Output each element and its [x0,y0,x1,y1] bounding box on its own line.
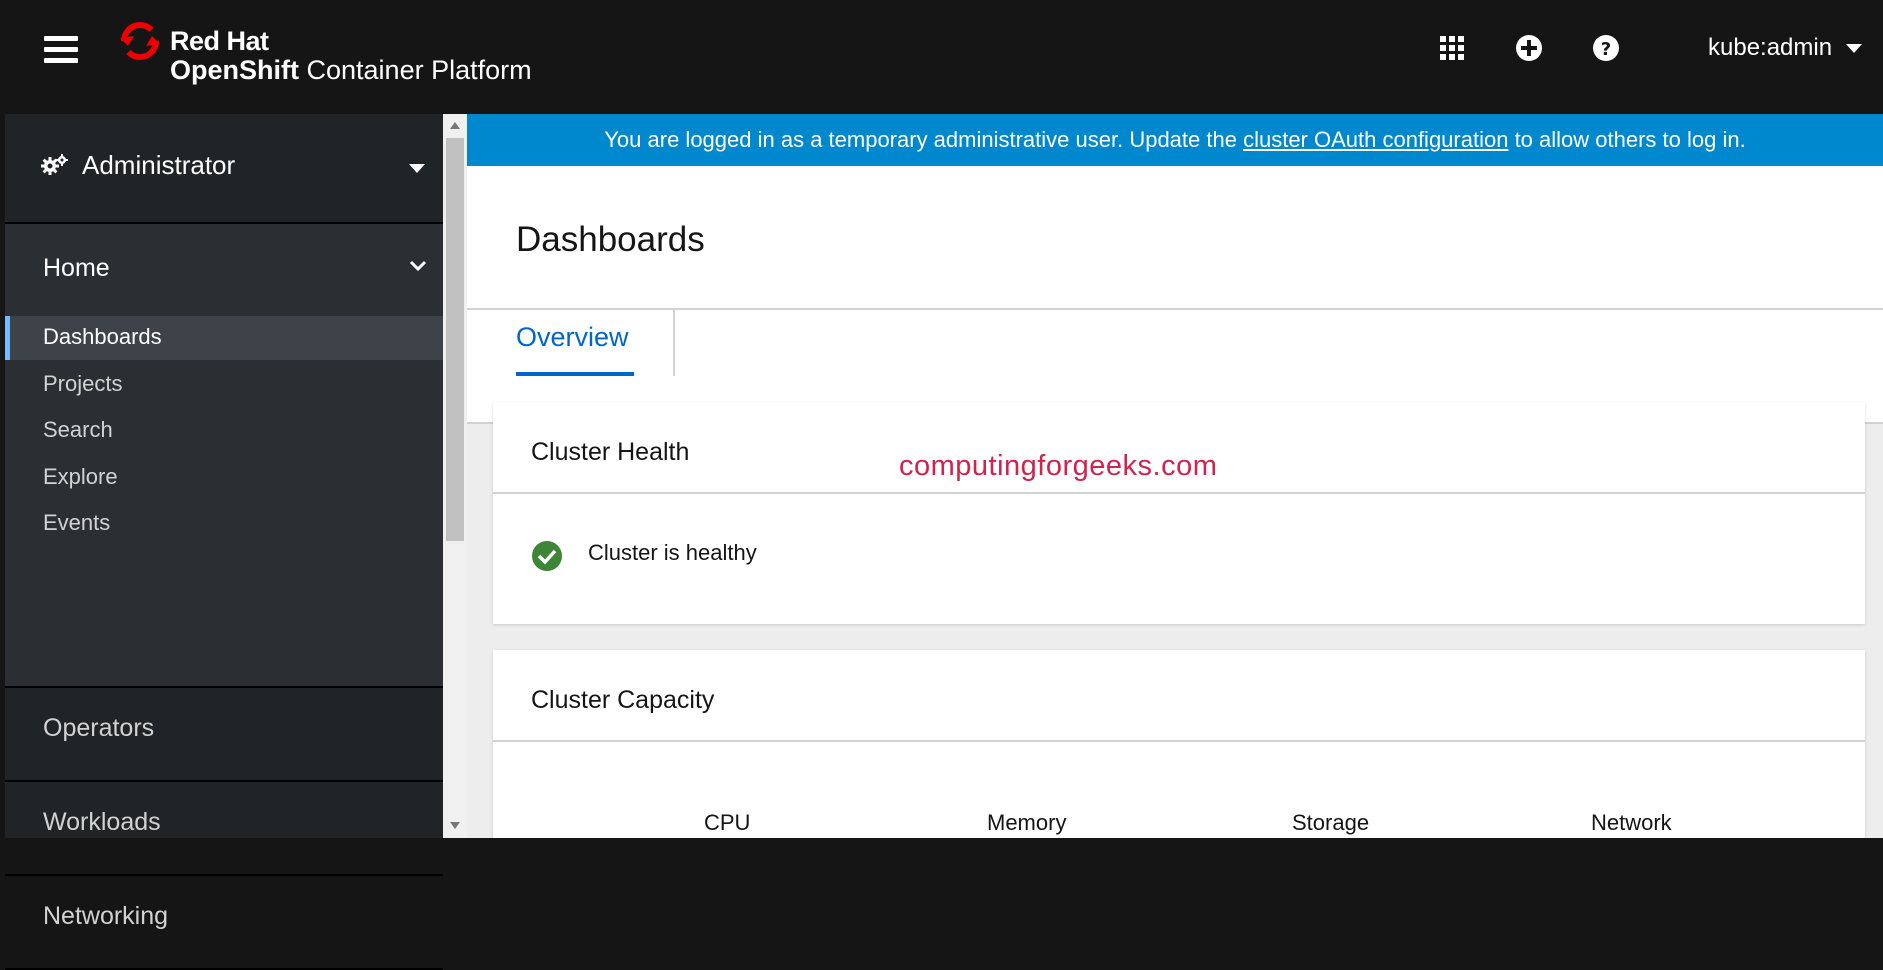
caret-down-icon [409,164,425,173]
card-title: Cluster Health [531,438,690,466]
perspective-label: Administrator [82,150,236,180]
caret-down-icon [1846,44,1863,54]
capacity-column-cpu: CPU [704,810,751,835]
sidebar-scrollbar[interactable] [443,114,467,838]
watermark: computingforgeeks.com [899,450,1218,482]
add-circle-icon[interactable] [1511,30,1547,66]
scroll-down-arrow-icon[interactable] [450,822,460,829]
card-title: Cluster Capacity [531,686,715,714]
sidebar-item-explore[interactable]: Explore [5,456,443,500]
sidebar-item-search[interactable]: Search [5,409,443,453]
sidebar-item-operators[interactable]: Operators [5,688,443,782]
svg-text:?: ? [1601,39,1611,60]
nav-section-home: Home Dashboards Projects Search Explore … [5,224,443,688]
check-circle-icon [532,541,562,571]
tab-overview[interactable]: Overview [516,310,634,376]
brand-title: Red Hat [170,26,269,56]
capacity-column-storage: Storage [1292,810,1370,835]
capacity-column-memory: Memory [987,810,1067,835]
cluster-capacity-card: Cluster Capacity CPU Memory Storage Netw… [493,650,1865,838]
user-menu[interactable]: kube:admin [1708,34,1863,62]
nav-home-toggle[interactable]: Home [43,254,110,283]
red-hat-logo-icon [120,22,160,60]
divider [493,492,1865,494]
scrollbar-thumb[interactable] [446,138,464,541]
cogs-icon [41,154,68,175]
sidebar: Administrator Home Dashboards Projects S… [5,114,443,970]
scroll-up-arrow-icon[interactable] [450,122,460,129]
page-header: Dashboards Overview [467,166,1883,424]
cluster-health-card: Cluster Health computingforgeeks.com Clu… [493,402,1865,624]
sidebar-item-dashboards[interactable]: Dashboards [5,316,443,360]
masthead: Red Hat OpenShift Container Platform ? k… [0,0,1883,114]
main-content: You are logged in as a temporary adminis… [467,114,1883,838]
sidebar-item-projects[interactable]: Projects [5,363,443,407]
oauth-config-link[interactable]: cluster OAuth configuration [1243,127,1508,152]
tab-divider [673,310,675,376]
perspective-switcher[interactable]: Administrator [5,114,443,224]
help-circle-icon[interactable]: ? [1588,30,1624,66]
divider [493,740,1865,742]
page-title: Dashboards [516,220,705,259]
chevron-down-icon[interactable] [409,260,427,272]
app-launcher-grid-icon[interactable] [1434,30,1470,66]
brand-product: OpenShift Container Platform [170,55,532,85]
health-status: Cluster is healthy [588,540,757,565]
sidebar-item-networking[interactable]: Networking [5,876,443,970]
user-name: kube:admin [1708,34,1833,61]
capacity-column-network: Network [1591,810,1672,835]
sidebar-item-workloads[interactable]: Workloads [5,782,443,876]
hamburger-menu-icon[interactable] [40,30,82,68]
temporary-admin-banner: You are logged in as a temporary adminis… [467,114,1883,166]
sidebar-item-events[interactable]: Events [5,502,443,546]
